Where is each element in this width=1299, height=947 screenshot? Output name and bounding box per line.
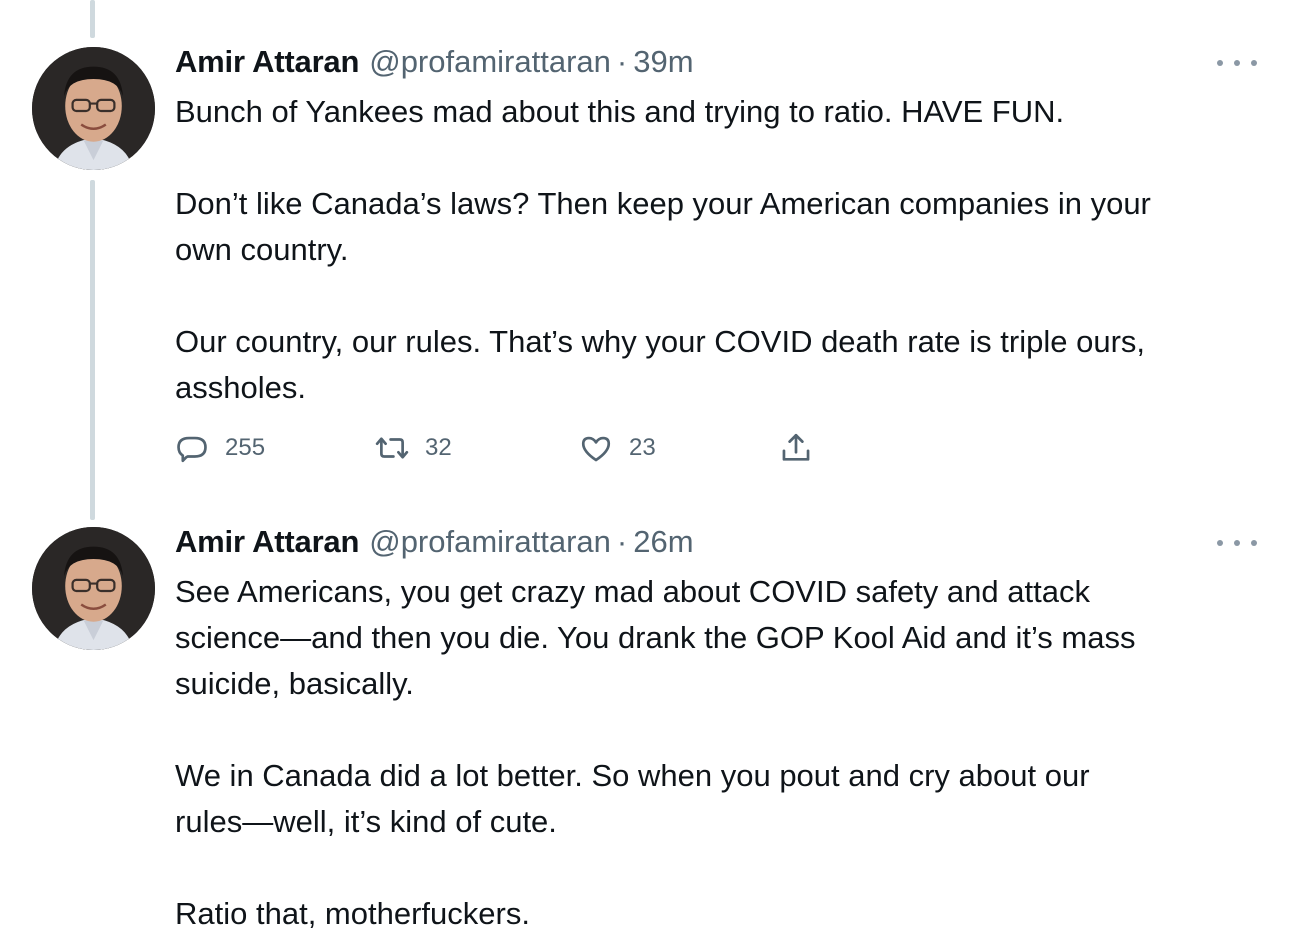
text-line: suicide, basically. — [175, 666, 414, 701]
more-options-button[interactable] — [1217, 53, 1257, 73]
text-line: Ratio that, motherfuckers. — [175, 896, 530, 931]
text-line — [175, 845, 1275, 891]
more-options-button[interactable] — [1217, 533, 1257, 553]
share-button[interactable] — [779, 431, 813, 465]
retweet-icon — [375, 437, 409, 459]
text-line: Our country, our rules. That’s why your … — [175, 324, 1146, 359]
more-icon-dot — [1251, 540, 1257, 546]
timestamp[interactable]: 26m — [633, 522, 693, 562]
user-handle[interactable]: @profamirattaran — [369, 522, 611, 562]
retweet-count: 32 — [425, 434, 452, 461]
text-line — [175, 707, 1275, 753]
more-icon — [1217, 540, 1223, 546]
text-line: own country. — [175, 232, 349, 267]
thread-connector-top — [90, 0, 95, 38]
text-line: science—and then you die. You drank the … — [175, 620, 1136, 655]
user-handle[interactable]: @profamirattaran — [369, 42, 611, 82]
separator-dot: · — [616, 524, 628, 559]
like-count: 23 — [629, 434, 656, 461]
heart-icon — [581, 436, 611, 462]
retweet-button[interactable]: 32 — [375, 431, 579, 465]
text-line — [175, 273, 1275, 319]
tweet-header: Amir Attaran @profamirattaran · 26m — [175, 522, 694, 562]
timestamp[interactable]: 39m — [633, 42, 693, 82]
tweet-text: Bunch of Yankees mad about this and tryi… — [175, 89, 1275, 411]
avatar-photo — [32, 527, 155, 650]
text-line: See Americans, you get crazy mad about C… — [175, 574, 1090, 609]
share-icon — [782, 433, 810, 461]
reply-icon — [177, 436, 207, 463]
tweet-actions: 255 32 23 — [175, 428, 813, 468]
text-line: Bunch of Yankees mad about this and tryi… — [175, 94, 1065, 129]
display-name[interactable]: Amir Attaran — [175, 522, 359, 562]
more-icon-dot — [1251, 60, 1257, 66]
text-line: We in Canada did a lot better. So when y… — [175, 758, 1090, 793]
more-icon-dot — [1234, 540, 1240, 546]
more-icon-dot — [1234, 60, 1240, 66]
text-line: assholes. — [175, 370, 306, 405]
separator-dot: · — [616, 44, 628, 79]
text-line: Don’t like Canada’s laws? Then keep your… — [175, 186, 1151, 221]
text-line — [175, 135, 1275, 181]
avatar-photo — [32, 47, 155, 170]
tweet-text: See Americans, you get crazy mad about C… — [175, 569, 1275, 937]
display-name[interactable]: Amir Attaran — [175, 42, 359, 82]
text-line: rules—well, it’s kind of cute. — [175, 804, 557, 839]
reply-button[interactable]: 255 — [175, 431, 375, 465]
thread-screenshot: Amir Attaran @profamirattaran · 39m Bunc… — [0, 0, 1299, 947]
avatar[interactable] — [32, 47, 155, 170]
avatar[interactable] — [32, 527, 155, 650]
tweet-header: Amir Attaran @profamirattaran · 39m — [175, 42, 694, 82]
more-icon — [1217, 60, 1223, 66]
thread-connector — [90, 180, 95, 520]
like-button[interactable]: 23 — [579, 431, 779, 465]
reply-count: 255 — [225, 434, 266, 461]
